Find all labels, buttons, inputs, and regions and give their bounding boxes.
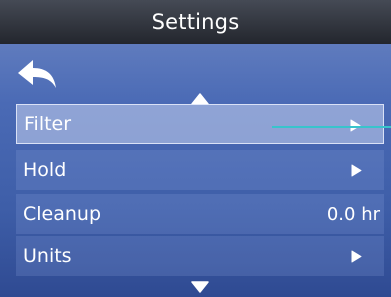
chevron-right-icon	[351, 250, 362, 263]
chevron-right-icon	[351, 164, 362, 177]
scroll-down-icon	[191, 281, 209, 293]
back-button[interactable]	[16, 58, 58, 92]
menu-item-cleanup[interactable]: Cleanup 0.0 hr	[16, 194, 384, 234]
menu-item-label: Units	[23, 245, 72, 267]
page-title: Settings	[151, 10, 240, 34]
menu-item-label: Filter	[24, 113, 72, 135]
callout-line	[272, 126, 391, 128]
menu-item-filter[interactable]: Filter	[16, 104, 384, 144]
scroll-down-button[interactable]	[190, 278, 210, 293]
scroll-up-button[interactable]	[190, 90, 210, 105]
back-arrow-icon	[18, 60, 56, 88]
menu-item-label: Hold	[23, 159, 67, 181]
menu-item-units[interactable]: Units	[16, 236, 384, 276]
settings-screen: Settings Filter Hold Cleanup 0.0 hr Unit…	[0, 0, 391, 297]
menu-item-hold[interactable]: Hold	[16, 150, 384, 190]
title-bar: Settings	[0, 0, 391, 44]
cleanup-value: 0.0 hr	[326, 203, 380, 225]
menu-item-label: Cleanup	[23, 203, 102, 225]
